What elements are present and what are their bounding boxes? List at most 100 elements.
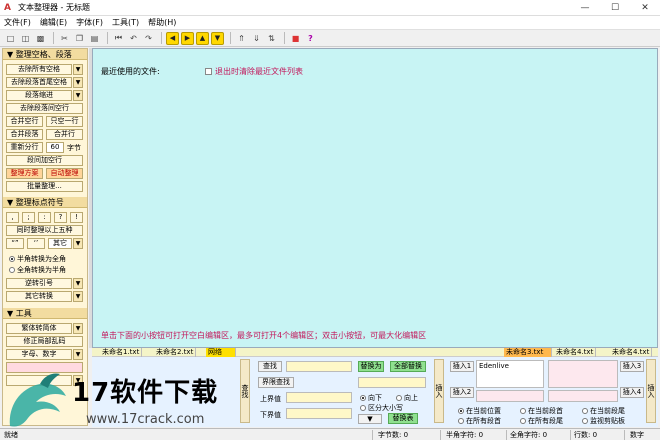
insert-side-tab[interactable]: 插入 [434,359,444,423]
maximize-icon[interactable]: ☐ [600,0,630,16]
tab-network[interactable]: 网络 [206,348,236,357]
chevron-down-icon[interactable]: ▼ [73,90,83,101]
merge-line-button[interactable]: 合并行 [46,129,83,140]
bound-find-button[interactable]: 界限查找 [258,377,294,388]
insert3-button[interactable]: 插入3 [620,361,644,372]
insert1-button[interactable]: 插入1 [450,361,474,372]
left-icon[interactable]: ◀ [166,31,179,45]
insert3-textbox[interactable] [548,360,618,388]
upper-bound-input[interactable] [286,392,352,403]
auto-tidy-button[interactable]: 自动整理 [46,168,83,179]
section-header[interactable]: ▼ 整理空格、段落 [3,49,87,60]
new-icon[interactable]: □ [4,32,17,45]
close-icon[interactable]: ✕ [630,0,660,16]
begin-icon[interactable]: ⏮ [112,32,125,45]
sync-punct-button[interactable]: 同时整理以上五种 [6,225,83,236]
save-icon[interactable]: ▩ [34,32,47,45]
insert2-button[interactable]: 插入2 [450,387,474,398]
chevron-down-icon[interactable]: ▼ [73,291,83,302]
chevron-down-icon[interactable]: ▼ [73,77,83,88]
single-quote-button[interactable]: ‘’ [27,238,45,249]
pin-icon[interactable]: ⇑ [235,32,248,45]
half-to-full-radio[interactable]: 半角转换为全角 [9,254,66,264]
tab-untitled-5[interactable]: 未命名4.txt [610,348,653,357]
menu-tools[interactable]: 工具(T) [112,17,139,28]
section-header[interactable]: ▼ 整理标点符号 [3,197,87,208]
double-quote-button[interactable]: “” [6,238,24,249]
open-icon[interactable]: ◫ [19,32,32,45]
undo-icon[interactable]: ↶ [127,32,140,45]
help-icon[interactable]: ? [304,32,317,45]
batch-tidy-button[interactable]: 批量整理... [6,181,83,192]
match-case-checkbox[interactable]: 区分大小写 [360,403,403,413]
replace-button[interactable]: 替换为 [358,361,384,372]
redo-icon[interactable]: ↷ [142,32,155,45]
menu-help[interactable]: 帮助(H) [148,17,176,28]
tab-untitled-4[interactable]: 未命名4.txt [554,348,597,357]
merge-blank-button[interactable]: 合并空行 [6,116,43,127]
punct-colon-button[interactable]: : [38,212,51,223]
punct-exclaim-button[interactable]: ! [70,212,83,223]
down-icon[interactable]: ▼ [211,31,224,45]
indent-button[interactable]: 段落缩进 [6,90,72,101]
menu-font[interactable]: 字体(F) [76,17,103,28]
find-input[interactable] [286,361,352,372]
paste-icon[interactable]: ▤ [88,32,101,45]
section-header[interactable]: ▼ 工具 [3,308,87,319]
find-button[interactable]: 查找 [258,361,282,372]
pin-icon[interactable]: ⇓ [250,32,263,45]
delete-spaces-button[interactable]: 去除所有空格 [6,64,72,75]
full-to-half-radio[interactable]: 全角转换为半角 [9,265,66,275]
replace-table-button[interactable]: 替换表 [388,413,418,424]
copy-icon[interactable]: ❐ [73,32,86,45]
rewrap-width-input[interactable]: 60 [46,142,64,153]
chevron-down-icon[interactable]: ▼ [73,349,83,360]
up-icon[interactable]: ▲ [196,31,209,45]
minimize-icon[interactable]: — [570,0,600,16]
clear-recent-checkbox[interactable]: 退出时清除最近文件列表 [205,66,303,77]
other-convert-button[interactable]: 其它转换 [6,291,72,302]
menu-file[interactable]: 文件(F) [4,17,31,28]
tab-untitled-1[interactable]: 未命名1.txt [100,348,143,357]
insert4-button[interactable]: 插入4 [620,387,644,398]
punct-question-button[interactable]: ? [54,212,67,223]
chevron-down-icon[interactable]: ▼ [73,278,83,289]
tab-untitled-3[interactable]: 未命名3.txt [504,348,552,357]
plan-button[interactable]: 整理方案 [6,168,43,179]
delete-para-spaces-button[interactable]: 去除段落首尾空格 [6,77,72,88]
insert2-textbox[interactable] [476,390,544,402]
menu-edit[interactable]: 编辑(E) [40,17,67,28]
insert-para-tail-radio[interactable]: 在当前段尾 [582,406,625,416]
trad-to-simp-button[interactable]: 繁体转简体 [6,323,72,334]
punct-comma-button[interactable]: , [6,212,19,223]
fix-garble-button[interactable]: 修正局部乱码 [6,336,83,347]
direction-down-radio[interactable]: 向下 [360,393,382,403]
replace-all-button[interactable]: 全部替换 [390,361,426,372]
chevron-down-icon[interactable]: ▼ [73,64,83,75]
delete-para-blank-button[interactable]: 去除段落间空行 [6,103,83,114]
insert1-textbox[interactable]: Edenlive [476,360,544,388]
insert-all-head-radio[interactable]: 在所有段首 [458,416,501,426]
chevron-down-icon[interactable]: ▼ [73,323,83,334]
right-icon[interactable]: ▶ [181,31,194,45]
tab-untitled-2[interactable]: 未命名2.txt [154,348,197,357]
lower-bound-input[interactable] [286,408,352,419]
replace-history-select[interactable]: ▼ [358,414,382,424]
keep-one-blank-button[interactable]: 只空一行 [46,116,83,127]
insert-at-cursor-radio[interactable]: 在当前位置 [458,406,501,416]
color-icon[interactable]: ■ [289,32,302,45]
insert-para-head-radio[interactable]: 在当前段首 [520,406,563,416]
reverse-quote-button[interactable]: 逆转引号 [6,278,72,289]
direction-up-radio[interactable]: 向上 [396,393,418,403]
insert-all-tail-radio[interactable]: 在所有段尾 [520,416,563,426]
add-blank-line-button[interactable]: 段间加空行 [6,155,83,166]
letter-digit-button[interactable]: 字母、数字 [6,349,72,360]
chevron-down-icon[interactable]: ▼ [73,238,83,249]
merge-para-button[interactable]: 合并段落 [6,129,43,140]
insert-side-tab[interactable]: 插入 [646,359,656,423]
insert4-textbox[interactable] [548,390,618,402]
rewrap-button[interactable]: 重新分行 [6,142,43,153]
punct-semicolon-button[interactable]: ; [22,212,35,223]
cut-icon[interactable]: ✂ [58,32,71,45]
other-punct-select[interactable]: 其它 [48,238,72,249]
